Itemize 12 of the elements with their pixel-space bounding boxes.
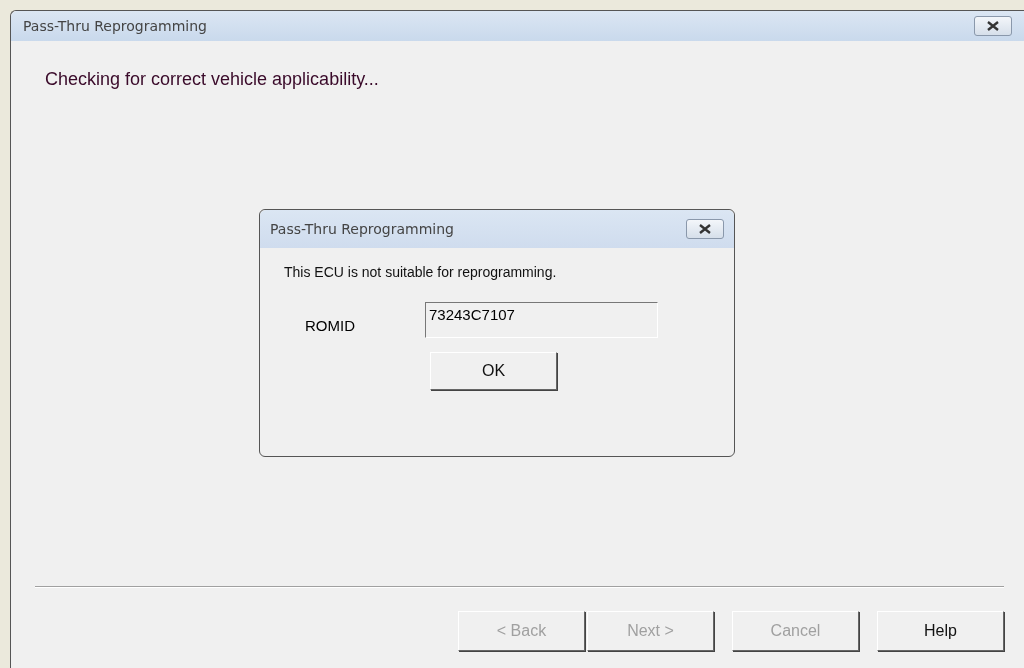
- dialog-title: Pass-Thru Reprogramming: [270, 221, 454, 237]
- window-title: Pass-Thru Reprogramming: [23, 18, 207, 34]
- close-icon: [698, 224, 712, 234]
- ok-button[interactable]: OK: [430, 352, 557, 390]
- close-icon: [986, 21, 1000, 31]
- close-button[interactable]: [974, 16, 1012, 36]
- status-message: Checking for correct vehicle applicability...: [45, 69, 380, 90]
- close-button[interactable]: [686, 219, 724, 239]
- dialog-message: This ECU is not suitable for reprogramming.: [284, 264, 558, 280]
- romid-label: ROMID: [305, 316, 356, 334]
- romid-field[interactable]: 73243C7107: [425, 302, 658, 338]
- wizard-button[interactable]: Help: [877, 611, 1004, 651]
